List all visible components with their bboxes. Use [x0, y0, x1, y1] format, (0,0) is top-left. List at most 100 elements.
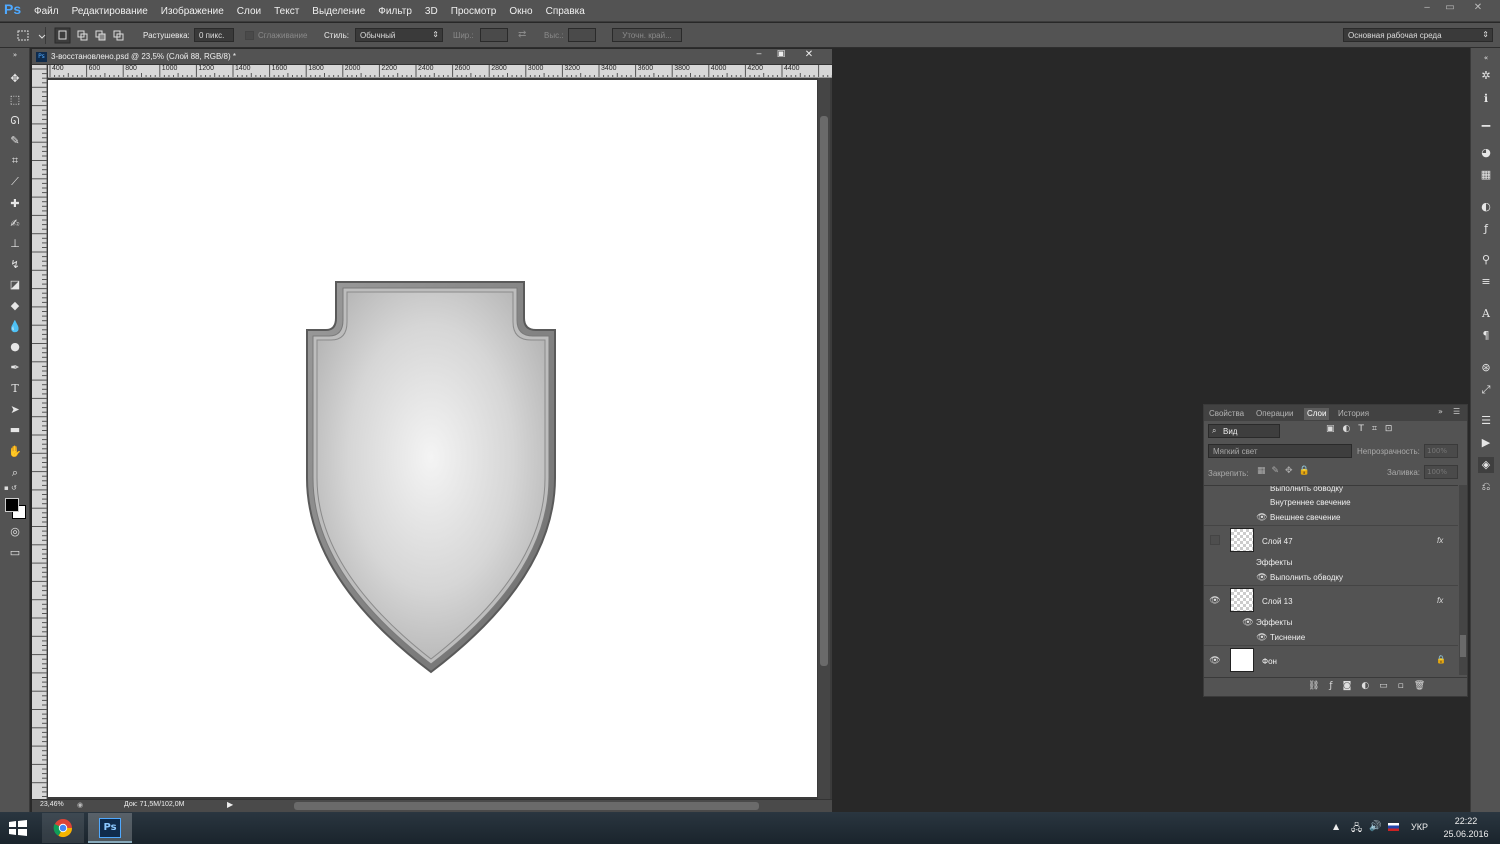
menu-text[interactable]: Текст: [274, 6, 299, 17]
fx-icon[interactable]: fx: [1437, 596, 1443, 605]
path-select-tool-icon[interactable]: ➤: [5, 401, 25, 419]
zoom-tool-icon[interactable]: ⌕: [5, 464, 25, 482]
doc-close-button[interactable]: ✕: [802, 49, 816, 65]
styles-icon[interactable]: ƒ: [1478, 221, 1494, 237]
layer-row[interactable]: Слой 47 fx Эффекты 👁 Выполнить обводку: [1204, 526, 1458, 586]
panel-menu-icon[interactable]: ☰: [1453, 407, 1460, 416]
menu-3d[interactable]: 3D: [425, 6, 438, 17]
close-button[interactable]: ✕: [1469, 2, 1487, 16]
antialias-checkbox[interactable]: [245, 31, 254, 40]
histogram-icon[interactable]: ▁: [1478, 113, 1494, 129]
vertical-scrollbar[interactable]: [818, 78, 830, 799]
brush-icon[interactable]: ≡: [1478, 274, 1494, 290]
clone-source-icon[interactable]: ⊛: [1478, 360, 1494, 376]
scroll-thumb[interactable]: [820, 116, 828, 666]
share-icon[interactable]: ◉: [77, 801, 83, 809]
lock-icons[interactable]: ▦✎✥🔒: [1257, 466, 1317, 480]
blend-mode-select[interactable]: Мягкий свет: [1208, 444, 1352, 458]
minimize-button[interactable]: ‒: [1418, 2, 1436, 16]
chrome-taskbar-button[interactable]: [42, 813, 84, 843]
paragraph-icon[interactable]: ¶: [1478, 328, 1494, 344]
history-icon[interactable]: ⎌: [1478, 479, 1494, 495]
healing-brush-tool-icon[interactable]: ✚: [5, 195, 25, 213]
clone-stamp-tool-icon[interactable]: ⊥: [5, 235, 25, 253]
feather-input[interactable]: 0 пикс.: [194, 28, 234, 42]
footer-icons[interactable]: ⛓ƒ◙◐▭▫🗑: [1308, 681, 1435, 691]
actions-icon[interactable]: ☰: [1478, 413, 1494, 429]
menu-view[interactable]: Просмотр: [451, 6, 497, 17]
menu-filter[interactable]: Фильтр: [378, 6, 412, 17]
lasso-tool-icon[interactable]: ᘏ: [5, 112, 25, 130]
history-brush-tool-icon[interactable]: ↯: [5, 256, 25, 274]
menu-file[interactable]: Файл: [34, 6, 59, 17]
swap-icon[interactable]: ⇄: [518, 29, 526, 40]
width-input[interactable]: [480, 28, 508, 42]
windows-start-icon[interactable]: [8, 819, 28, 837]
layers-icon[interactable]: ◈: [1478, 457, 1494, 473]
eye-icon[interactable]: 👁: [1242, 618, 1254, 628]
menu-select[interactable]: Выделение: [312, 6, 365, 17]
navigator-icon[interactable]: ✲: [1478, 68, 1494, 84]
tab-properties[interactable]: Свойства: [1206, 408, 1247, 420]
clock-time[interactable]: 22:22: [1440, 816, 1492, 826]
restore-button[interactable]: ▭: [1441, 2, 1459, 16]
rect-marquee-tool-icon[interactable]: ⬚: [5, 91, 25, 109]
eye-icon[interactable]: 👁: [1256, 633, 1268, 643]
canvas[interactable]: [48, 80, 817, 797]
layer-row[interactable]: 👁 Фон 🔒: [1204, 646, 1458, 675]
blur-tool-icon[interactable]: 💧: [5, 318, 25, 336]
marquee-tool-preset[interactable]: [6, 27, 46, 44]
brush-presets-icon[interactable]: ⚲: [1478, 252, 1494, 268]
info-icon[interactable]: ℹ: [1478, 91, 1494, 107]
workspace-select[interactable]: Основная рабочая среда ⇕: [1343, 28, 1493, 42]
pen-tool-icon[interactable]: ✒: [5, 359, 25, 377]
swatches-icon[interactable]: ▦: [1478, 167, 1494, 183]
menu-help[interactable]: Справка: [546, 6, 585, 17]
tab-layers[interactable]: Слои: [1304, 408, 1330, 420]
hand-tool-icon[interactable]: ✋: [5, 443, 25, 461]
tray-expand-icon[interactable]: ▲: [1333, 822, 1339, 831]
selection-mode-group[interactable]: [54, 27, 130, 44]
crop-tool-icon[interactable]: ⌗: [5, 152, 25, 170]
screen-mode-icon[interactable]: ▭: [5, 544, 25, 562]
photoshop-taskbar-button[interactable]: Ps: [88, 813, 132, 843]
quick-mask-icon[interactable]: ◎: [5, 523, 25, 541]
status-menu-arrow-icon[interactable]: ▶: [227, 800, 233, 809]
clock-date[interactable]: 25.06.2016: [1440, 829, 1492, 839]
eye-icon[interactable]: 👁: [1256, 513, 1268, 523]
character-icon[interactable]: A: [1478, 306, 1494, 322]
fx-icon[interactable]: fx: [1437, 536, 1443, 545]
brush-tool-icon[interactable]: ✍: [5, 215, 25, 233]
opacity-input[interactable]: 100%: [1424, 444, 1458, 458]
color-icon[interactable]: ◕: [1478, 145, 1494, 161]
filter-type-icons[interactable]: ▣◐T⌗⊡: [1326, 424, 1416, 438]
network-icon[interactable]: 🖧: [1351, 821, 1362, 838]
eyedropper-tool-icon[interactable]: ⟋: [5, 173, 25, 191]
style-select[interactable]: Обычный ⇕: [355, 28, 443, 42]
move-tool-icon[interactable]: ✥: [5, 70, 25, 88]
layer-name[interactable]: Слой 13: [1262, 597, 1293, 606]
menu-image[interactable]: Изображение: [161, 6, 224, 17]
menu-edit[interactable]: Редактирование: [72, 6, 148, 17]
layer-filter-select[interactable]: ⌕ Вид: [1208, 424, 1280, 438]
visibility-toggle[interactable]: [1210, 535, 1220, 545]
paths-icon[interactable]: ⤢: [1478, 382, 1494, 398]
quick-select-tool-icon[interactable]: ✎: [5, 132, 25, 150]
eye-icon[interactable]: 👁: [1256, 573, 1268, 583]
tab-history[interactable]: История: [1335, 408, 1372, 420]
document-tab[interactable]: Ps 3-восстановлено.psd @ 23,5% (Слой 88,…: [32, 49, 832, 65]
flag-icon[interactable]: [1388, 823, 1399, 831]
paint-bucket-tool-icon[interactable]: ◆: [5, 297, 25, 315]
eraser-tool-icon[interactable]: ◪: [5, 276, 25, 294]
doc-restore-button[interactable]: ▣: [774, 49, 788, 65]
expand-icon[interactable]: «: [1478, 50, 1494, 62]
default-colors-icon[interactable]: ▪ ↺: [4, 484, 26, 494]
menu-window[interactable]: Окно: [509, 6, 532, 17]
layers-scrollbar[interactable]: [1459, 485, 1467, 675]
menu-layers[interactable]: Слои: [237, 6, 261, 17]
horizontal-scroll-thumb[interactable]: [294, 802, 759, 810]
height-input[interactable]: [568, 28, 596, 42]
layer-row[interactable]: 👁 Слой 13 fx 👁 Эффекты 👁 Тиснение: [1204, 586, 1458, 646]
zoom-level[interactable]: 23,46%: [40, 801, 64, 808]
foreground-color-swatch[interactable]: [5, 498, 19, 512]
